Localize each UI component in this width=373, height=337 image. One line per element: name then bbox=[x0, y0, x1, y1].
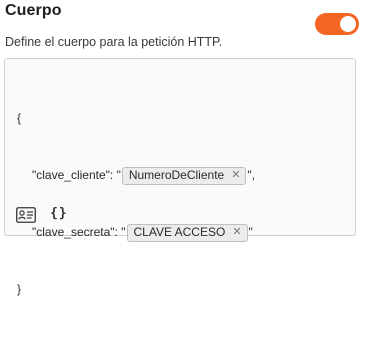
section-description: Define el cuerpo para la petición HTTP. bbox=[5, 35, 223, 49]
line1-prefix: "clave_cliente": " bbox=[32, 168, 121, 182]
braces-icon[interactable]: {} bbox=[50, 206, 68, 224]
section-header: Cuerpo bbox=[5, 2, 360, 35]
variable-tag-label: NumeroDeCliente bbox=[128, 168, 225, 182]
body-editor[interactable]: { "clave_cliente": " NumeroDeCliente ✕ ", "… bbox=[4, 58, 356, 296]
section-title: Cuerpo bbox=[5, 2, 62, 19]
remove-tag-icon[interactable]: ✕ bbox=[231, 166, 240, 185]
variable-tag-label: CLAVE ACCESO bbox=[133, 225, 226, 239]
line2-suffix: " bbox=[248, 225, 253, 239]
body-enabled-toggle[interactable] bbox=[315, 13, 359, 35]
close-brace: } bbox=[17, 282, 22, 296]
variable-tag-clave-acceso[interactable]: CLAVE ACCESO ✕ bbox=[126, 223, 248, 242]
remove-tag-icon[interactable]: ✕ bbox=[232, 223, 241, 242]
id-card-icon[interactable] bbox=[16, 207, 36, 225]
open-brace: { bbox=[17, 111, 22, 125]
line2-prefix: "clave_secreta": " bbox=[32, 225, 126, 239]
code-line-close: } bbox=[17, 280, 255, 299]
variable-tag-numero-de-cliente[interactable]: NumeroDeCliente ✕ bbox=[121, 166, 247, 185]
code-content: { "clave_cliente": " NumeroDeCliente ✕ ", "… bbox=[17, 71, 255, 337]
line1-suffix: ", bbox=[247, 168, 256, 182]
toggle-knob bbox=[340, 16, 356, 32]
code-line-clave-cliente: "clave_cliente": " NumeroDeCliente ✕ ", bbox=[17, 166, 255, 185]
code-line-clave-secreta: "clave_secreta": " CLAVE ACCESO ✕ " bbox=[17, 223, 255, 242]
code-line-open: { bbox=[17, 109, 255, 128]
